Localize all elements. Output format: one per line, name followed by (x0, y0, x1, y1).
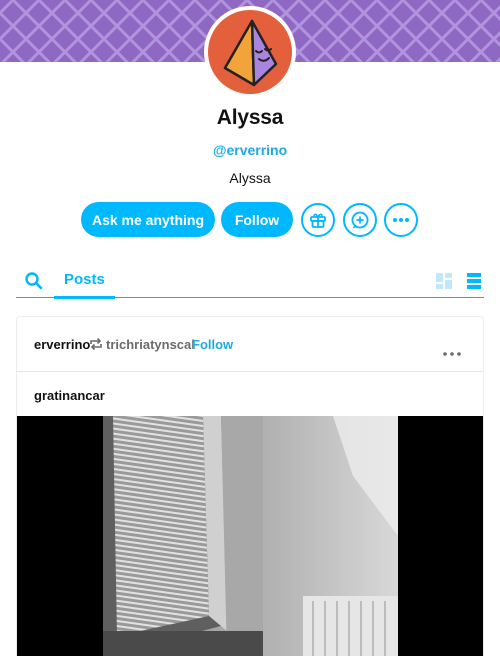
avatar-image (208, 10, 292, 94)
more-icon (393, 218, 409, 222)
more-icon (443, 352, 461, 356)
post-more-button[interactable] (443, 343, 461, 356)
reblog-source[interactable]: trichriatynscal (106, 337, 195, 352)
tab-posts[interactable]: Posts (64, 271, 105, 288)
trail-author[interactable]: gratinancar (34, 388, 105, 403)
pyramid-icon (223, 19, 278, 87)
reblog-icon-wrap (89, 337, 103, 351)
post-video[interactable] (17, 416, 483, 656)
search-tab[interactable] (24, 271, 44, 291)
post-trail-header: gratinancar (17, 372, 483, 416)
message-button[interactable] (343, 203, 377, 237)
ask-me-anything-button[interactable]: Ask me anything (81, 202, 215, 237)
avatar[interactable] (204, 6, 296, 98)
grid-view-button[interactable] (436, 273, 452, 289)
gift-button[interactable] (301, 203, 335, 237)
follow-button[interactable]: Follow (221, 202, 293, 237)
search-icon (25, 272, 43, 290)
post-card: erverrino trichriatynscal Follow gratina… (16, 316, 484, 656)
post-header: erverrino trichriatynscal Follow (17, 317, 483, 372)
reblog-icon (90, 337, 102, 351)
video-still (103, 416, 398, 656)
blog-title: Alyssa (216, 106, 284, 129)
more-options-button[interactable] (384, 203, 418, 237)
grid-view-icon (436, 273, 452, 289)
list-view-button[interactable] (466, 273, 482, 289)
chat-plus-icon (351, 211, 369, 229)
gift-icon (310, 213, 326, 228)
blog-handle[interactable]: @erverrino (0, 142, 500, 158)
list-view-icon (467, 273, 481, 289)
video-frame (103, 416, 398, 656)
active-tab-indicator (54, 296, 115, 299)
post-author[interactable]: erverrino (34, 337, 90, 352)
post-follow-link[interactable]: Follow (192, 337, 233, 352)
blog-description: Alyssa (229, 170, 271, 186)
